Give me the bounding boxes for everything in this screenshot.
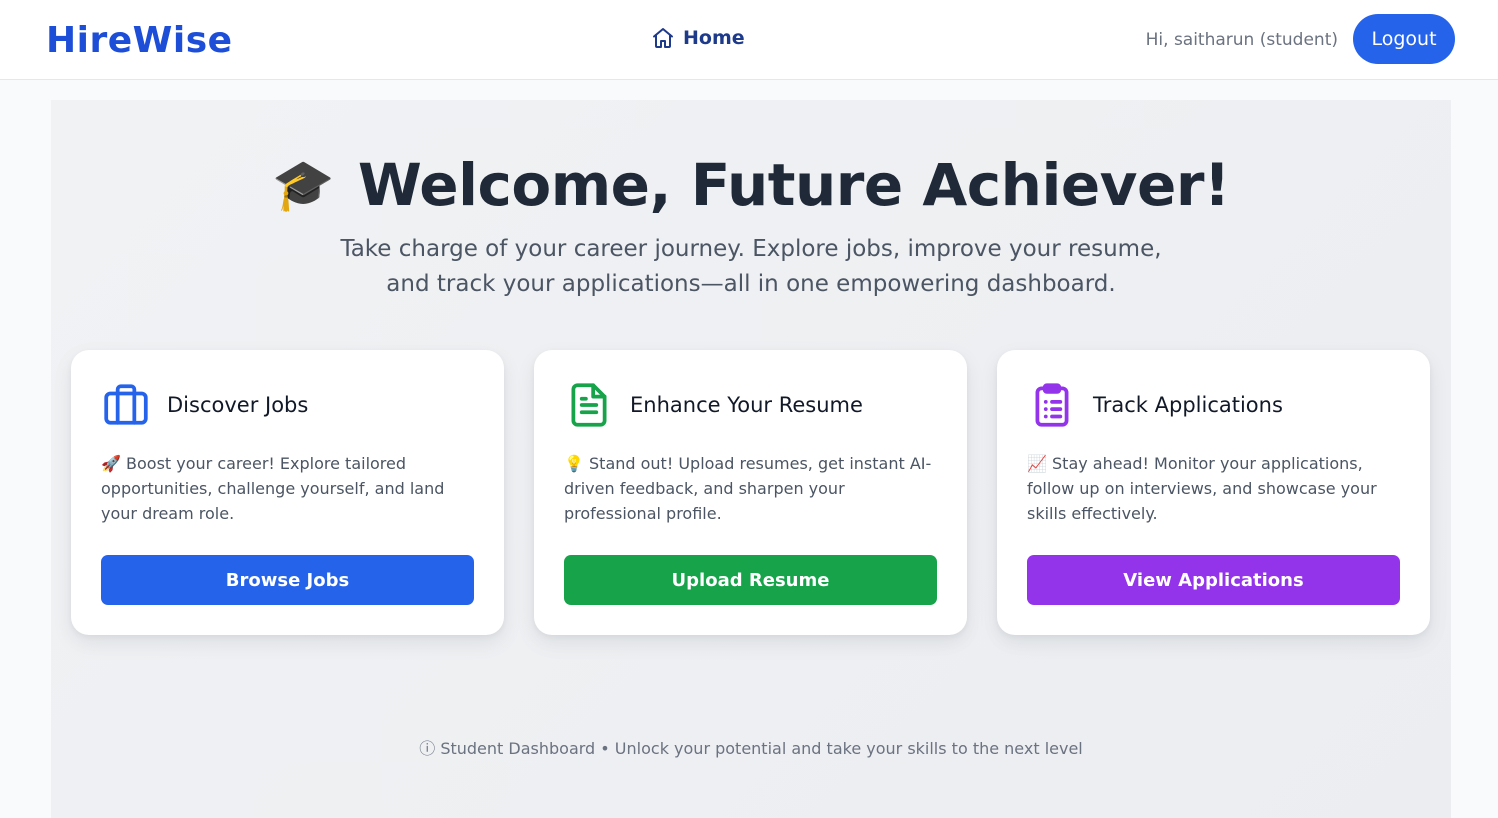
card-track-applications: Track Applications 📈 Stay ahead! Monitor… (997, 350, 1430, 635)
page-subtitle: Take charge of your career journey. Expl… (340, 236, 1162, 297)
nav-home-link[interactable]: Home (651, 26, 745, 50)
document-icon (564, 380, 614, 430)
card-discover-jobs: Discover Jobs 🚀 Boost your career! Explo… (71, 350, 504, 635)
card-title: Discover Jobs (167, 393, 309, 417)
top-navigation-bar: HireWise Home Hi, saitharun (student) Lo… (0, 0, 1498, 80)
footer-note: ⓘ Student Dashboard • Unlock your potent… (419, 739, 1083, 758)
card-description: 📈 Stay ahead! Monitor your applications,… (1027, 454, 1377, 523)
card-title: Enhance Your Resume (630, 393, 863, 417)
card-title: Track Applications (1093, 393, 1283, 417)
card-header: Enhance Your Resume (564, 380, 863, 430)
brand-logo[interactable]: HireWise (46, 19, 233, 63)
user-greeting: Hi, saitharun (student) (1145, 30, 1338, 50)
briefcase-icon (101, 380, 151, 430)
page-title: 🎓 Welcome, Future Achiever! (272, 152, 1230, 218)
card-description: 💡 Stand out! Upload resumes, get instant… (564, 454, 932, 523)
clipboard-list-icon (1027, 380, 1077, 430)
browse-jobs-button[interactable]: Browse Jobs (101, 555, 474, 605)
home-icon (651, 26, 675, 50)
card-enhance-resume: Enhance Your Resume 💡 Stand out! Upload … (534, 350, 967, 635)
nav-home-label: Home (683, 27, 745, 49)
card-description: 🚀 Boost your career! Explore tailored op… (101, 454, 445, 523)
view-applications-button[interactable]: View Applications (1027, 555, 1400, 605)
card-header: Track Applications (1027, 380, 1283, 430)
page-title-text: Welcome, Future Achiever! (357, 151, 1231, 219)
card-header: Discover Jobs (101, 380, 308, 430)
logout-button[interactable]: Logout (1353, 14, 1455, 64)
hero-section: 🎓 Welcome, Future Achiever! Take charge … (51, 152, 1451, 302)
graduation-cap-icon: 🎓 (272, 156, 334, 214)
upload-resume-button[interactable]: Upload Resume (564, 555, 937, 605)
dashboard-panel: 🎓 Welcome, Future Achiever! Take charge … (51, 100, 1451, 818)
